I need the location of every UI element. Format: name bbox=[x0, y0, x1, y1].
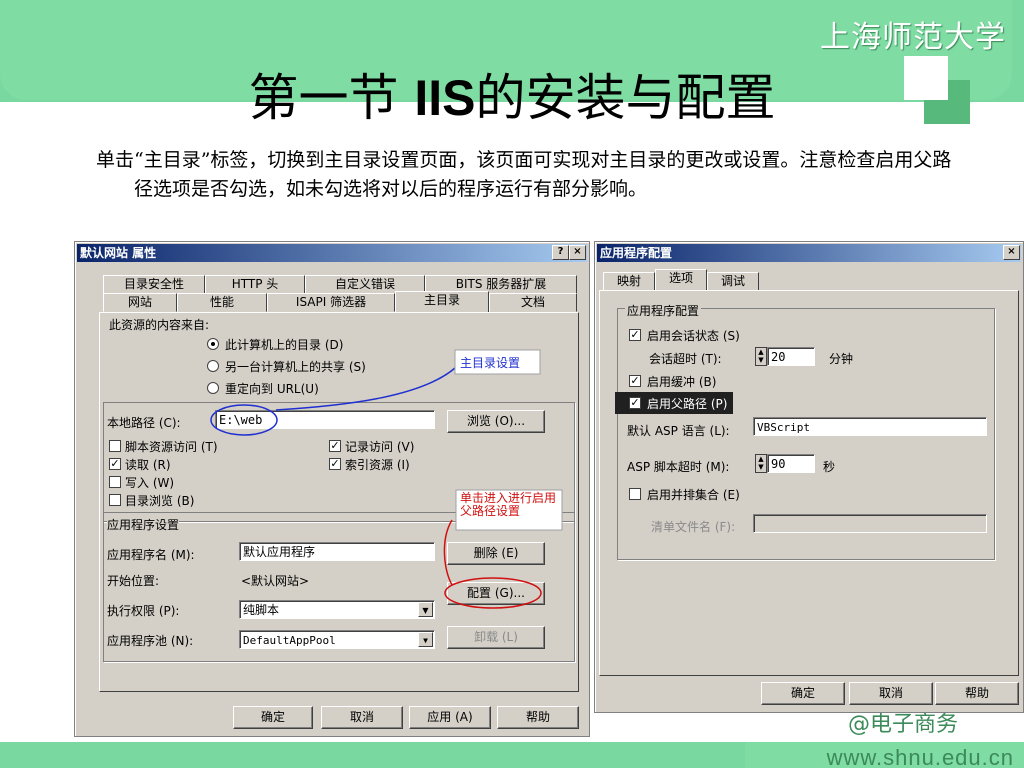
home-dir-arrow bbox=[275, 367, 456, 411]
configure-circle bbox=[444, 577, 542, 609]
local-path-circle bbox=[210, 404, 278, 436]
parent-path-annotation: 单击进入进行启用父路径设置 bbox=[460, 491, 557, 518]
home-dir-annotation: 主目录设置 bbox=[460, 356, 521, 370]
annotation-overlay bbox=[210, 349, 563, 609]
tab-home-directory[interactable]: 主目录 bbox=[395, 291, 489, 312]
parent-path-arrow bbox=[443, 519, 453, 586]
tab-options[interactable]: 选项 bbox=[655, 269, 707, 290]
